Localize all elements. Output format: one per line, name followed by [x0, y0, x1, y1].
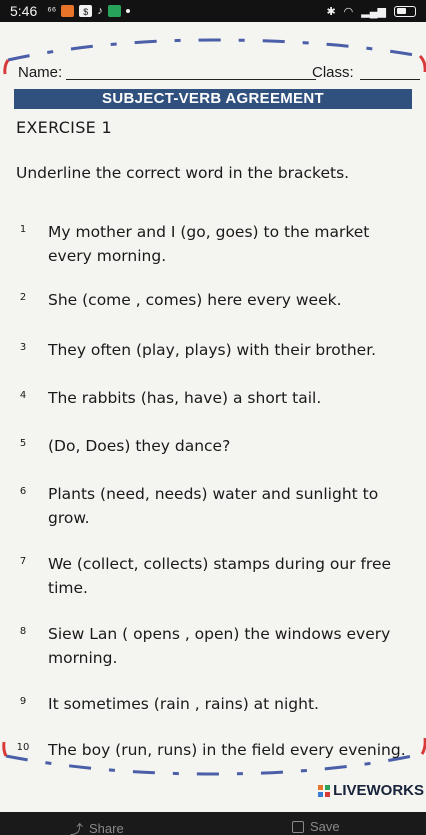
- logo-mark-icon: [318, 784, 331, 797]
- signal-icon: ▂▄▆: [361, 5, 386, 18]
- question-number: 7: [19, 556, 27, 567]
- name-blank: [66, 79, 316, 80]
- share-label: Share: [89, 821, 124, 835]
- bottom-action-bar: ⤴ Share Save: [0, 812, 426, 835]
- question-text: We (collect, collects) stamps during our…: [48, 555, 392, 597]
- question-text: The boy (run, runs) in the field every e…: [48, 741, 406, 759]
- question-text: My mother and I (go, goes) to the market…: [48, 223, 370, 265]
- notification-green-icon: [107, 5, 121, 17]
- notification-orange-icon: [61, 5, 75, 17]
- question-number: 4: [19, 390, 27, 401]
- name-class-row: Name: Class:: [18, 64, 420, 84]
- dot-icon: [125, 9, 130, 13]
- tiktok-icon: ♪: [97, 5, 103, 17]
- question-number: 10: [16, 742, 30, 753]
- name-label: Name:: [18, 64, 63, 81]
- question-number: 2: [19, 292, 27, 303]
- question-number: 5: [19, 438, 27, 449]
- question-number: 1: [19, 224, 27, 235]
- class-label: Class:: [312, 64, 354, 81]
- question-text: She (come , comes) here every week.: [48, 291, 342, 309]
- question-text: Plants (need, needs) water and sunlight …: [48, 485, 379, 527]
- save-button[interactable]: Save: [292, 819, 340, 834]
- save-icon: [292, 820, 304, 833]
- title-banner: SUBJECT-VERB AGREEMENT: [14, 89, 412, 109]
- exercise-heading: EXERCISE 1: [16, 118, 112, 137]
- question-text: It sometimes (rain , rains) at night.: [48, 695, 319, 713]
- logo-text: LIVEWORKS: [333, 782, 424, 799]
- question-number: 8: [19, 626, 27, 637]
- question-text: (Do, Does) they dance?: [48, 437, 231, 455]
- worksheet-page: Name: Class: SUBJECT-VERB AGREEMENT EXER…: [0, 22, 426, 812]
- sim-icon: ⁶⁶: [47, 5, 57, 17]
- question-number: 6: [19, 486, 27, 497]
- notification-white-icon: $: [79, 5, 93, 17]
- status-right: ✱ ◠ ▂▄▆: [326, 5, 416, 18]
- status-time: 5:46: [10, 3, 38, 19]
- liveworks-logo: LIVEWORKS: [318, 782, 424, 799]
- wifi-icon: ◠: [343, 5, 354, 18]
- question-number: 9: [19, 696, 27, 707]
- share-button[interactable]: ⤴ Share: [70, 819, 124, 835]
- question-number: 3: [19, 342, 27, 353]
- instruction-text: Underline the correct word in the bracke…: [16, 164, 350, 182]
- status-bar: 5:46 ⁶⁶ $ ♪ ✱ ◠ ▂▄▆: [0, 0, 426, 22]
- bluetooth-icon: ✱: [326, 5, 336, 18]
- battery-icon: [394, 5, 416, 17]
- class-blank: [360, 79, 420, 80]
- save-label: Save: [310, 819, 340, 834]
- question-text: Siew Lan ( opens , open) the windows eve…: [48, 625, 391, 667]
- question-text: The rabbits (has, have) a short tail.: [48, 389, 322, 407]
- share-icon: ⤴: [70, 822, 84, 835]
- question-text: They often (play, plays) with their brot…: [48, 341, 377, 359]
